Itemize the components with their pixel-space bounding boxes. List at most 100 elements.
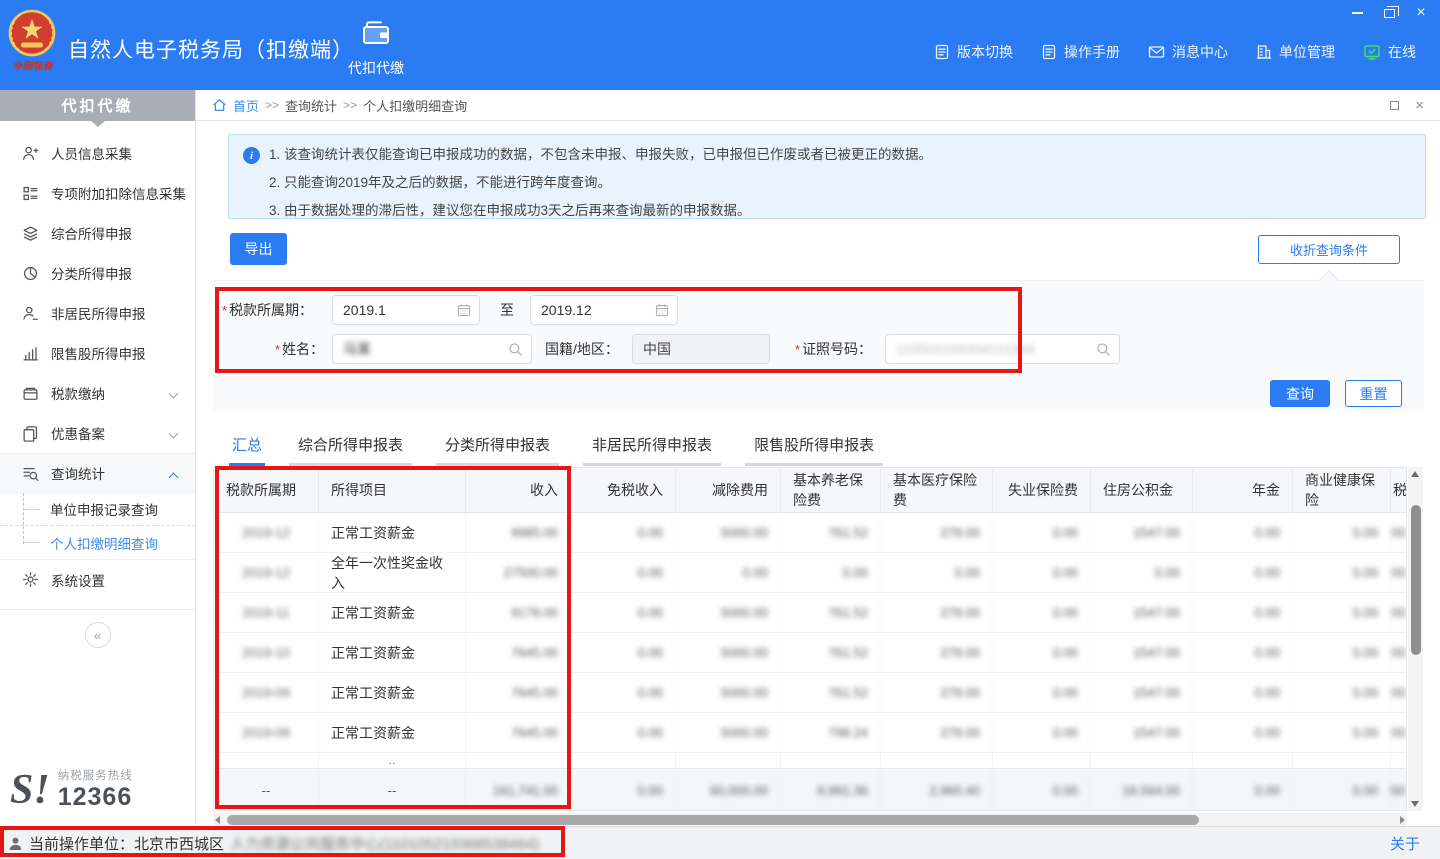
sidebar-item-restricted-shares[interactable]: 限售股所得申报 <box>0 333 195 373</box>
cell-income-item: 正常工资薪金 <box>319 713 466 752</box>
sidebar-item-preferential-record[interactable]: 优惠备案 <box>0 413 195 453</box>
cell-annuity: 0.00 <box>1193 713 1293 752</box>
cell-deduction: 5000.00 <box>676 713 781 752</box>
sidebar-subitem-unit-declare-query[interactable]: 单位申报记录查询 <box>0 493 195 526</box>
search-button[interactable]: 查询 <box>1270 380 1330 407</box>
sidebar-item-query-statistics[interactable]: 查询统计 <box>0 453 195 493</box>
total-income: 161,741.00 <box>466 769 571 811</box>
menu-version-switch[interactable]: 版本切换 <box>934 42 1013 62</box>
table-row[interactable]: 2019-12 全年一次性奖金收入 27500.00 0.00 0.00 0.0… <box>214 553 1406 593</box>
required-marker: * <box>275 342 280 357</box>
sidebar-item-classified-income[interactable]: 分类所得申报 <box>0 253 195 293</box>
table-row[interactable]: 2019-10 正常工资薪金 7645.00 0.00 5000.00 761.… <box>214 633 1406 673</box>
cell-commercial-health: 0.00 <box>1293 713 1391 752</box>
scroll-up-arrow-icon[interactable] <box>1411 471 1419 477</box>
breadcrumb-separator: >> <box>265 98 279 112</box>
collapse-query-conditions-button[interactable]: 收折查询条件 <box>1258 235 1400 264</box>
cell-period: 2019-11 <box>214 593 319 632</box>
cell-period: 2019-12 <box>214 513 319 552</box>
table-row[interactable]: 2019-09 正常工资薪金 7645.00 0.00 5000.00 761.… <box>214 673 1406 713</box>
col-header-income-item: 所得项目 <box>319 468 466 512</box>
breadcrumb-home[interactable]: 首页 <box>233 96 259 115</box>
total-pension: 8,991.36 <box>781 769 881 811</box>
wallet-module-icon <box>360 18 392 48</box>
horizontal-scrollbar[interactable] <box>213 813 1407 826</box>
sidebar-item-special-deduction[interactable]: 专项附加扣除信息采集 <box>0 173 195 213</box>
cell-medical: 0.00 <box>881 553 993 592</box>
menu-message-center[interactable]: 消息中心 <box>1148 42 1228 62</box>
sidebar-item-label: 专项附加扣除信息采集 <box>51 183 186 203</box>
sidebar-item-personnel-info[interactable]: 人员信息采集 <box>0 133 195 173</box>
cell-clipped: 0.00 <box>1391 513 1407 552</box>
home-icon[interactable] <box>212 98 227 112</box>
gear-icon <box>22 571 39 588</box>
cell-income: 27500.00 <box>466 553 571 592</box>
cell-ellipsis: .. <box>319 753 466 768</box>
online-monitor-icon <box>1363 44 1381 61</box>
table-row[interactable]: 2019-11 正常工资薪金 9178.00 0.00 5000.00 761.… <box>214 593 1406 633</box>
tab[interactable]: 限售股所得申报表 <box>745 428 883 466</box>
window-controls: × <box>1346 3 1432 23</box>
export-button[interactable]: 导出 <box>230 233 287 265</box>
cell-period: 2019-08 <box>214 713 319 752</box>
query-form-panel: *税款所属期： 2019.1 至 2019.12 <box>213 280 1424 410</box>
restore-button[interactable] <box>1378 3 1400 23</box>
tab[interactable]: 汇总 <box>229 428 265 466</box>
calendar-icon[interactable] <box>457 303 471 317</box>
app-header: × 中国税务 自然人电子税务局（扣缴端） <box>0 0 1440 90</box>
close-button[interactable]: × <box>1410 3 1432 23</box>
minimize-button[interactable] <box>1346 3 1368 23</box>
tab[interactable]: 非居民所得申报表 <box>583 428 721 466</box>
vertical-scrollbar-thumb[interactable] <box>1411 505 1421 655</box>
cell-pension: 798.24 <box>781 713 881 752</box>
copy-icon <box>22 425 39 442</box>
calendar-icon[interactable] <box>655 303 669 317</box>
cell-medical: 279.00 <box>881 713 993 752</box>
menu-label: 单位管理 <box>1279 42 1335 62</box>
sidebar-item-nonresident-income[interactable]: 非居民所得申报 <box>0 293 195 333</box>
sidebar-collapse-button[interactable]: « <box>85 622 111 648</box>
cell-period: 2019-12 <box>214 553 319 592</box>
tab[interactable]: 综合所得申报表 <box>289 428 412 466</box>
close-tab-icon[interactable]: × <box>1415 98 1424 113</box>
logo-caption: 中国税务 <box>6 59 62 72</box>
module-tab-daikou[interactable]: 代扣代缴 <box>338 18 414 78</box>
scroll-right-arrow-icon[interactable] <box>1400 816 1405 824</box>
panel-caret <box>1319 270 1339 290</box>
table-row[interactable]: 2019-12 正常工资薪金 9985.00 0.00 5000.00 761.… <box>214 513 1406 553</box>
period-to-input[interactable]: 2019.12 <box>530 295 678 325</box>
name-input[interactable]: 马某 <box>332 334 532 364</box>
cell-commercial-health: 0.00 <box>1293 553 1391 592</box>
sidebar-subitem-personal-withholding-query[interactable]: 个人扣缴明细查询 <box>0 526 195 559</box>
breadcrumb: 首页 >> 查询统计 >> 个人扣缴明细查询 × <box>196 90 1440 121</box>
sidebar-item-system-settings[interactable]: 系统设置 <box>0 559 195 599</box>
vertical-scrollbar[interactable] <box>1408 467 1423 811</box>
cell-annuity: 0.00 <box>1193 633 1293 672</box>
sidebar-item-tax-payment[interactable]: 税款缴纳 <box>0 373 195 413</box>
scroll-left-arrow-icon[interactable] <box>215 816 220 824</box>
menu-unit-management[interactable]: 单位管理 <box>1256 42 1335 62</box>
scroll-down-arrow-icon[interactable] <box>1411 801 1419 807</box>
cell-clipped: 0.00 <box>1391 553 1407 592</box>
total-housing-fund: 18,564.00 <box>1091 769 1193 811</box>
wallet-icon <box>22 385 39 402</box>
tab[interactable]: 分类所得申报表 <box>436 428 559 466</box>
current-unit-label: 当前操作单位：北京市西城区 <box>29 833 224 854</box>
header-menu: 版本切换 操作手册 消息中心 <box>934 42 1416 62</box>
search-icon[interactable] <box>508 342 523 357</box>
cell-housing-fund: 1547.00 <box>1091 673 1193 712</box>
cell-unemployment: 0.00 <box>993 513 1091 552</box>
menu-online-status[interactable]: 在线 <box>1363 42 1416 62</box>
table-row[interactable]: 2019-08 正常工资薪金 7645.00 0.00 5000.00 798.… <box>214 713 1406 753</box>
menu-manual[interactable]: 操作手册 <box>1041 42 1120 62</box>
horizontal-scrollbar-thumb[interactable] <box>227 815 1199 825</box>
maximize-tab-icon[interactable] <box>1390 101 1399 110</box>
reset-button[interactable]: 重置 <box>1345 380 1402 407</box>
id-number-input[interactable]: 110502199304221846 <box>885 334 1120 364</box>
total-medical: 2,960.40 <box>881 769 993 811</box>
search-icon[interactable] <box>1096 342 1111 357</box>
cell-taxfree: 0.00 <box>571 593 676 632</box>
sidebar-item-comprehensive-income[interactable]: 综合所得申报 <box>0 213 195 253</box>
period-from-input[interactable]: 2019.1 <box>332 295 480 325</box>
about-link[interactable]: 关于 <box>1390 833 1420 854</box>
